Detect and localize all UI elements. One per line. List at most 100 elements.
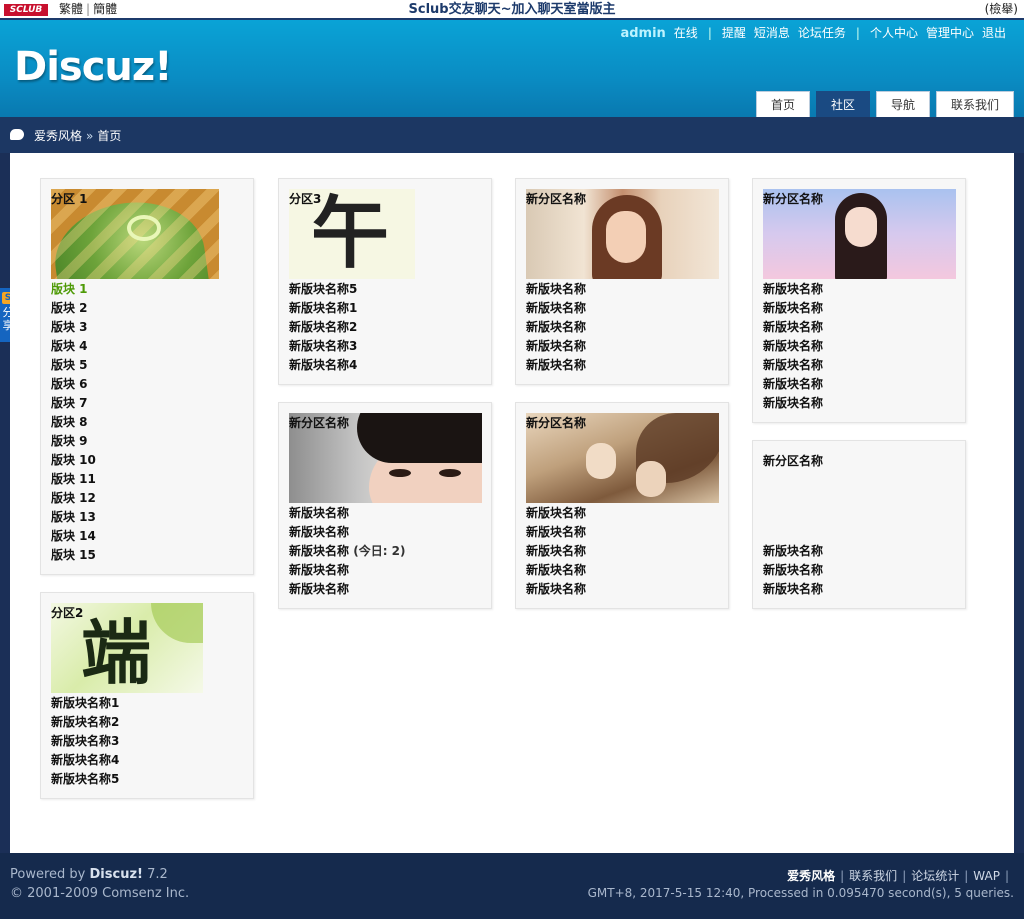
forum-link[interactable]: 新版块名称4 bbox=[51, 751, 243, 770]
category-image[interactable]: 端 分区2 bbox=[51, 603, 203, 693]
forum-link[interactable]: 新版块名称 bbox=[289, 504, 481, 523]
category-title[interactable]: 分区 1 bbox=[51, 192, 88, 207]
forum-link[interactable]: 新版块名称5 bbox=[289, 280, 481, 299]
category-card: 端 分区2 新版块名称1 新版块名称2 新版块名称3 新版块名称4 新版块名称5 bbox=[40, 592, 254, 799]
product-link[interactable]: Discuz! bbox=[90, 867, 143, 882]
footer-separator: | bbox=[840, 869, 845, 883]
usercenter-link[interactable]: 个人中心 bbox=[866, 26, 922, 40]
forum-link[interactable]: 新版块名称 bbox=[763, 337, 955, 356]
forum-link[interactable]: 新版块名称 bbox=[289, 580, 481, 599]
forum-link[interactable]: 新版块名称 bbox=[526, 299, 718, 318]
forum-list: 新版块名称 新版块名称 新版块名称 bbox=[763, 542, 955, 599]
forum-link[interactable]: 版块 14 bbox=[51, 527, 243, 546]
forum-link[interactable]: 版块 13 bbox=[51, 508, 243, 527]
forum-link[interactable]: 新版块名称 bbox=[289, 561, 481, 580]
forum-link[interactable]: 新版块名称4 bbox=[289, 356, 481, 375]
forum-link[interactable]: 版块 11 bbox=[51, 470, 243, 489]
admin-link[interactable]: 管理中心 bbox=[922, 26, 978, 40]
forum-list: 新版块名称 新版块名称 新版块名称 新版块名称 新版块名称 bbox=[526, 504, 718, 599]
forum-link[interactable]: 版块 5 bbox=[51, 356, 243, 375]
forum-link[interactable]: 新版块名称 bbox=[763, 542, 955, 561]
notice-link[interactable]: 提醒 bbox=[718, 26, 750, 40]
category-image[interactable]: 新分区名称 bbox=[763, 189, 956, 279]
forum-link[interactable]: 版块 3 bbox=[51, 318, 243, 337]
forum-link[interactable]: 版块 8 bbox=[51, 413, 243, 432]
forum-link[interactable]: 新版块名称 bbox=[763, 561, 955, 580]
forum-link[interactable]: 新版块名称3 bbox=[289, 337, 481, 356]
forum-link[interactable]: 新版块名称 bbox=[763, 356, 955, 375]
forum-link[interactable]: 新版块名称 bbox=[526, 337, 718, 356]
promo-link[interactable]: Sclub交友聊天~加入聊天室當版主 bbox=[0, 0, 1024, 19]
forum-link[interactable]: 新版块名称 bbox=[763, 318, 955, 337]
forum-link[interactable]: 新版块名称 bbox=[763, 299, 955, 318]
category-image[interactable]: 新分区名称 bbox=[526, 413, 719, 503]
forum-link[interactable]: 新版块名称 bbox=[763, 394, 955, 413]
forum-link[interactable]: 新版块名称5 bbox=[51, 770, 243, 789]
forum-link[interactable]: 版块 12 bbox=[51, 489, 243, 508]
footer-link-contact[interactable]: 联系我们 bbox=[849, 869, 897, 883]
category-image[interactable]: 新分区名称 bbox=[526, 189, 719, 279]
category-title[interactable]: 新分区名称 bbox=[289, 416, 349, 431]
report-link[interactable]: (檢舉) bbox=[985, 0, 1018, 19]
forum-link[interactable]: 新版块名称1 bbox=[51, 694, 243, 713]
forum-link[interactable]: 新版块名称 bbox=[526, 561, 718, 580]
tab-nav[interactable]: 导航 bbox=[875, 91, 930, 117]
footer-links: 爱秀风格 | 联系我们 | 论坛统计 | WAP | bbox=[787, 867, 1014, 884]
footer-link-wap[interactable]: WAP bbox=[973, 869, 1000, 883]
task-link[interactable]: 论坛任务 bbox=[794, 26, 850, 40]
footer-separator: | bbox=[964, 869, 969, 883]
forum-name[interactable]: 新版块名称 bbox=[289, 544, 349, 558]
forum-link-with-today[interactable]: 新版块名称 (今日: 2) bbox=[289, 542, 481, 561]
forum-link[interactable]: 版块 9 bbox=[51, 432, 243, 451]
forum-link[interactable]: 版块 2 bbox=[51, 299, 243, 318]
category-image[interactable]: 新分区名称 bbox=[763, 451, 931, 541]
powered-label: Powered by bbox=[10, 867, 86, 882]
tab-home[interactable]: 首页 bbox=[755, 91, 810, 117]
forum-link[interactable]: 新版块名称 bbox=[289, 523, 481, 542]
forum-link[interactable]: 新版块名称 bbox=[526, 318, 718, 337]
forum-link[interactable]: 新版块名称 bbox=[526, 542, 718, 561]
forum-link[interactable]: 版块 4 bbox=[51, 337, 243, 356]
category-title[interactable]: 分区2 bbox=[51, 606, 83, 621]
forum-link[interactable]: 新版块名称 bbox=[763, 375, 955, 394]
category-image[interactable]: 午 分区3 bbox=[289, 189, 415, 279]
forum-link[interactable]: 版块 1 bbox=[51, 280, 243, 299]
forum-link[interactable]: 新版块名称 bbox=[526, 280, 718, 299]
forum-link[interactable]: 新版块名称 bbox=[526, 356, 718, 375]
tab-contact[interactable]: 联系我们 bbox=[935, 91, 1014, 117]
warrior-face bbox=[636, 461, 666, 497]
breadcrumb-current[interactable]: 首页 bbox=[97, 129, 121, 143]
category-title[interactable]: 分区3 bbox=[289, 192, 321, 207]
forum-link[interactable]: 新版块名称 bbox=[526, 523, 718, 542]
portrait-face bbox=[845, 207, 877, 247]
nav-separator: | bbox=[855, 26, 860, 40]
username-link[interactable]: admin bbox=[616, 26, 669, 41]
footer-link-site[interactable]: 爱秀风格 bbox=[787, 869, 835, 883]
forum-link[interactable]: 版块 7 bbox=[51, 394, 243, 413]
category-image[interactable]: 新分区名称 bbox=[289, 413, 482, 503]
forum-link[interactable]: 新版块名称 bbox=[526, 580, 718, 599]
tab-community[interactable]: 社区 bbox=[815, 91, 870, 117]
category-card: 新分区名称 新版块名称 新版块名称 新版块名称 新版块名称 新版块名称 新版块名… bbox=[752, 178, 966, 423]
pm-link[interactable]: 短消息 bbox=[750, 26, 794, 40]
logout-link[interactable]: 退出 bbox=[978, 26, 1010, 40]
forum-link[interactable]: 新版块名称2 bbox=[289, 318, 481, 337]
category-title[interactable]: 新分区名称 bbox=[526, 192, 586, 207]
breadcrumb-site[interactable]: 爱秀风格 bbox=[34, 129, 82, 143]
forum-link[interactable]: 新版块名称1 bbox=[289, 299, 481, 318]
forum-link[interactable]: 新版块名称 bbox=[763, 280, 955, 299]
forum-link[interactable]: 新版块名称 bbox=[526, 504, 718, 523]
brand-logo[interactable]: Discuz! bbox=[14, 44, 172, 90]
category-title[interactable]: 新分区名称 bbox=[763, 454, 823, 469]
forum-link[interactable]: 新版块名称 bbox=[763, 580, 955, 599]
category-title[interactable]: 新分区名称 bbox=[526, 416, 586, 431]
forum-link[interactable]: 版块 6 bbox=[51, 375, 243, 394]
online-link[interactable]: 在线 bbox=[670, 26, 702, 40]
footer-link-stats[interactable]: 论坛统计 bbox=[911, 869, 959, 883]
forum-link[interactable]: 新版块名称2 bbox=[51, 713, 243, 732]
category-title[interactable]: 新分区名称 bbox=[763, 192, 823, 207]
forum-link[interactable]: 版块 10 bbox=[51, 451, 243, 470]
category-image[interactable]: 分区 1 bbox=[51, 189, 219, 279]
forum-link[interactable]: 新版块名称3 bbox=[51, 732, 243, 751]
forum-link[interactable]: 版块 15 bbox=[51, 546, 243, 565]
